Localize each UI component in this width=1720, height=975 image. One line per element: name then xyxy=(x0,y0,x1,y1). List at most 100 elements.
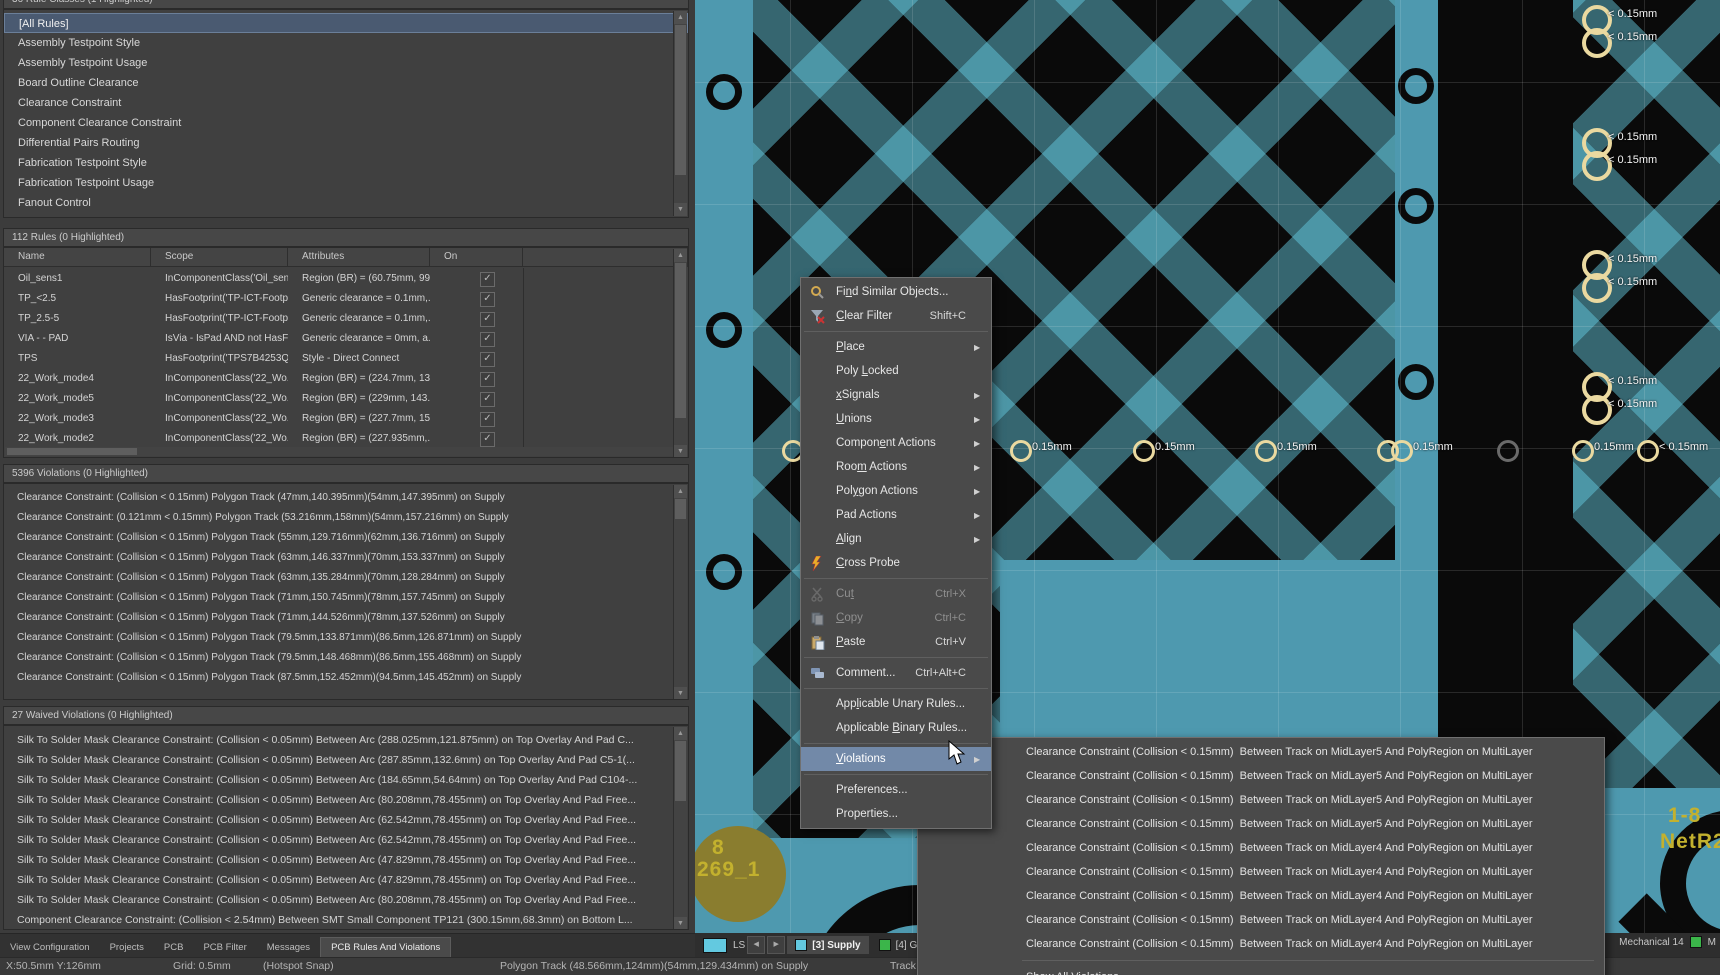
show-all-violations-item[interactable]: Show All Violations... xyxy=(918,965,1604,975)
scroll-down-icon[interactable]: ▼ xyxy=(674,917,687,930)
column-scope[interactable]: Scope xyxy=(151,248,288,266)
submenu-violation-item[interactable]: Clearance Constraint (Collision < 0.15mm… xyxy=(918,812,1604,836)
waived-violation-item[interactable]: Silk To Solder Mask Clearance Constraint… xyxy=(4,730,688,750)
menu-item-unions[interactable]: Unions▶ xyxy=(801,407,991,431)
h-scrollbar[interactable] xyxy=(5,447,673,456)
violation-item[interactable]: Clearance Constraint: (Collision < 0.15m… xyxy=(4,668,688,688)
scrollbar[interactable]: ▲ ▼ xyxy=(673,485,687,700)
rule-class-item[interactable]: Assembly Testpoint Usage xyxy=(4,53,688,73)
waived-violation-item[interactable]: Component Clearance Constraint: (Collisi… xyxy=(4,910,688,930)
violation-item[interactable]: Clearance Constraint: (Collision < 0.15m… xyxy=(4,548,688,568)
layer-tab-mechanical14[interactable]: Mechanical 14 xyxy=(1619,937,1683,948)
waived-violation-item[interactable]: Silk To Solder Mask Clearance Constraint… xyxy=(4,890,688,910)
violation-item[interactable]: Clearance Constraint: (Collision < 0.15m… xyxy=(4,588,688,608)
submenu-violation-item[interactable]: Clearance Constraint (Collision < 0.15mm… xyxy=(918,908,1604,932)
scroll-thumb[interactable] xyxy=(675,741,686,801)
scroll-down-icon[interactable]: ▼ xyxy=(674,445,687,458)
rule-row[interactable]: VIA - - PADIsVia - IsPad AND not HasF...… xyxy=(4,329,688,349)
submenu-violation-item[interactable]: Clearance Constraint (Collision < 0.15mm… xyxy=(918,884,1604,908)
rule-enabled-checkbox[interactable]: ✓ xyxy=(480,352,495,367)
submenu-violation-item[interactable]: Clearance Constraint (Collision < 0.15mm… xyxy=(918,764,1604,788)
menu-item-find-similar-objects[interactable]: Find Similar Objects... xyxy=(801,280,991,304)
rule-enabled-checkbox[interactable]: ✓ xyxy=(480,312,495,327)
scroll-down-icon[interactable]: ▼ xyxy=(674,687,687,700)
scroll-up-icon[interactable]: ▲ xyxy=(674,727,687,740)
scrollbar[interactable]: ▲ ▼ xyxy=(673,249,687,458)
menu-item-applicable-unary-rules[interactable]: Applicable Unary Rules... xyxy=(801,692,991,716)
column-attributes[interactable]: Attributes xyxy=(288,248,430,266)
rule-enabled-checkbox[interactable]: ✓ xyxy=(480,292,495,307)
scroll-up-icon[interactable]: ▲ xyxy=(674,249,687,262)
rule-row[interactable]: 22_Work_mode2InComponentClass('22_Wo...R… xyxy=(4,429,688,449)
layer-tab-partial[interactable]: M xyxy=(1708,937,1716,948)
rule-enabled-checkbox[interactable]: ✓ xyxy=(480,412,495,427)
rule-class-item[interactable]: [All Rules] xyxy=(4,13,688,33)
scroll-down-icon[interactable]: ▼ xyxy=(674,203,687,216)
layer-tab[interactable]: [3] Supply xyxy=(787,936,868,954)
violation-item[interactable]: Clearance Constraint: (Collision < 0.15m… xyxy=(4,528,688,548)
violation-item[interactable]: Clearance Constraint: (Collision < 0.15m… xyxy=(4,628,688,648)
rule-class-item[interactable]: Differential Pairs Routing xyxy=(4,133,688,153)
tab-view-configuration[interactable]: View Configuration xyxy=(0,938,100,958)
rule-class-item[interactable]: Fabrication Testpoint Style xyxy=(4,153,688,173)
menu-item-component-actions[interactable]: Component Actions▶ xyxy=(801,431,991,455)
rule-row[interactable]: TP_<2.5HasFootprint('TP-ICT-Footp...Gene… xyxy=(4,289,688,309)
tab-messages[interactable]: Messages xyxy=(257,938,320,958)
scroll-up-icon[interactable]: ▲ xyxy=(674,11,687,24)
menu-item-paste[interactable]: PasteCtrl+V xyxy=(801,630,991,654)
scrollbar[interactable]: ▲ ▼ xyxy=(673,11,687,216)
menu-item-poly-locked[interactable]: Poly Locked xyxy=(801,359,991,383)
menu-item-copy[interactable]: CopyCtrl+C xyxy=(801,606,991,630)
violation-item[interactable]: Clearance Constraint: (Collision < 0.15m… xyxy=(4,648,688,668)
rule-row[interactable]: Oil_sens1InComponentClass('Oil_sen...Reg… xyxy=(4,269,688,289)
rule-class-item[interactable]: Fabrication Testpoint Usage xyxy=(4,173,688,193)
violation-item[interactable]: Clearance Constraint: (0.121mm < 0.15mm)… xyxy=(4,508,688,528)
scroll-thumb[interactable] xyxy=(675,499,686,519)
rule-class-item[interactable]: Component Clearance Constraint xyxy=(4,113,688,133)
menu-item-cross-probe[interactable]: Cross Probe xyxy=(801,551,991,575)
violation-item[interactable]: Clearance Constraint: (Collision < 0.15m… xyxy=(4,568,688,588)
menu-item-room-actions[interactable]: Room Actions▶ xyxy=(801,455,991,479)
rule-enabled-checkbox[interactable]: ✓ xyxy=(480,432,495,447)
menu-item-clear-filter[interactable]: Clear FilterShift+C xyxy=(801,304,991,328)
scrollbar[interactable]: ▲ ▼ xyxy=(673,727,687,930)
submenu-violation-item[interactable]: Clearance Constraint (Collision < 0.15mm… xyxy=(918,836,1604,860)
menu-item-align[interactable]: Align▶ xyxy=(801,527,991,551)
rule-row[interactable]: TP_2.5-5HasFootprint('TP-ICT-Footp...Gen… xyxy=(4,309,688,329)
menu-item-xsignals[interactable]: xSignals▶ xyxy=(801,383,991,407)
rule-row[interactable]: 22_Work_mode4InComponentClass('22_Wo...R… xyxy=(4,369,688,389)
rule-enabled-checkbox[interactable]: ✓ xyxy=(480,392,495,407)
submenu-violation-item[interactable]: Clearance Constraint (Collision < 0.15mm… xyxy=(918,932,1604,956)
waived-violation-item[interactable]: Silk To Solder Mask Clearance Constraint… xyxy=(4,750,688,770)
menu-item-properties[interactable]: Properties... xyxy=(801,802,991,826)
violation-item[interactable]: Clearance Constraint: (Collision < 0.15m… xyxy=(4,488,688,508)
waived-violation-item[interactable]: Silk To Solder Mask Clearance Constraint… xyxy=(4,810,688,830)
scroll-thumb[interactable] xyxy=(675,25,686,175)
menu-item-comment[interactable]: Comment...Ctrl+Alt+C xyxy=(801,661,991,685)
rule-class-item[interactable]: Clearance Constraint xyxy=(4,93,688,113)
tab-projects[interactable]: Projects xyxy=(100,938,154,958)
rule-enabled-checkbox[interactable]: ✓ xyxy=(480,332,495,347)
rule-row[interactable]: TPSHasFootprint('TPS7B4253Q...Style - Di… xyxy=(4,349,688,369)
rule-class-item[interactable]: Fanout Control xyxy=(4,193,688,213)
rule-class-item[interactable]: Board Outline Clearance xyxy=(4,73,688,93)
rule-class-item[interactable]: Assembly Testpoint Style xyxy=(4,33,688,53)
menu-item-place[interactable]: Place▶ xyxy=(801,335,991,359)
scroll-up-icon[interactable]: ▲ xyxy=(674,485,687,498)
waived-violation-item[interactable]: Silk To Solder Mask Clearance Constraint… xyxy=(4,870,688,890)
menu-item-cut[interactable]: CutCtrl+X xyxy=(801,582,991,606)
violation-item[interactable]: Clearance Constraint: (Collision < 0.15m… xyxy=(4,608,688,628)
waived-violation-item[interactable]: Silk To Solder Mask Clearance Constraint… xyxy=(4,850,688,870)
tab-pcb-filter[interactable]: PCB Filter xyxy=(193,938,256,958)
rule-row[interactable]: 22_Work_mode3InComponentClass('22_Wo...R… xyxy=(4,409,688,429)
submenu-violation-item[interactable]: Clearance Constraint (Collision < 0.15mm… xyxy=(918,860,1604,884)
next-layer-button[interactable]: ▶ xyxy=(767,936,785,954)
menu-item-applicable-binary-rules[interactable]: Applicable Binary Rules... xyxy=(801,716,991,740)
scroll-thumb[interactable] xyxy=(675,263,686,418)
rule-row[interactable]: 22_Work_mode5InComponentClass('22_Wo...R… xyxy=(4,389,688,409)
layer-set-label[interactable]: LS xyxy=(733,940,745,951)
waived-violation-item[interactable]: Silk To Solder Mask Clearance Constraint… xyxy=(4,770,688,790)
submenu-violation-item[interactable]: Clearance Constraint (Collision < 0.15mm… xyxy=(918,788,1604,812)
menu-item-polygon-actions[interactable]: Polygon Actions▶ xyxy=(801,479,991,503)
submenu-violation-item[interactable]: Clearance Constraint (Collision < 0.15mm… xyxy=(918,740,1604,764)
